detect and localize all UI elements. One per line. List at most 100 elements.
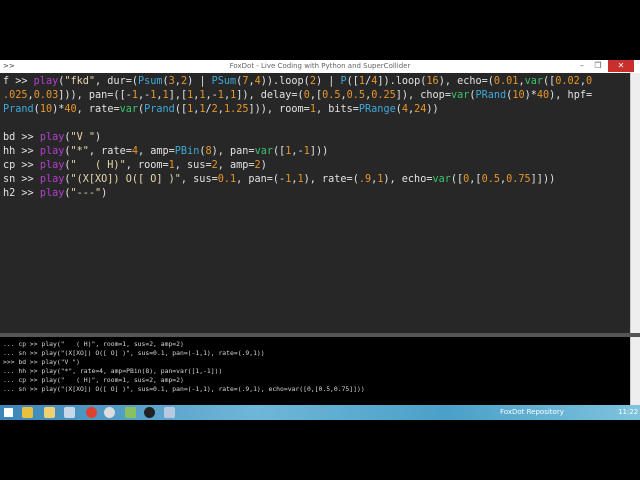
code-token: 8 (205, 146, 212, 157)
clock[interactable]: 11:22 (618, 408, 638, 416)
minimize-button[interactable]: – (574, 60, 590, 72)
code-token: 1 (162, 90, 169, 101)
code-token: 16 (426, 76, 439, 87)
code-token: "(X[XO]) O([ O] )" (70, 174, 181, 185)
code-token: 0 (303, 90, 310, 101)
code-token: "---" (70, 188, 102, 199)
editor-scrollbar[interactable] (630, 73, 640, 333)
code-token: 1 (150, 90, 157, 101)
code-token: 1 (230, 90, 237, 101)
code-line[interactable]: h2 >> play("---") (3, 187, 630, 201)
code-token: 1 (131, 90, 138, 101)
code-token: 1 (187, 90, 194, 101)
photos-icon[interactable] (125, 407, 136, 418)
code-token: 1 (285, 174, 292, 185)
code-token: 7 (242, 76, 249, 87)
code-token: play (39, 132, 65, 143)
code-token: var (119, 104, 138, 115)
code-token: 1 (309, 104, 316, 115)
code-line[interactable]: hh >> play("*", rate=4, amp=PBin(8), pan… (3, 145, 630, 159)
code-token: 3 (168, 76, 175, 87)
code-token: var (254, 146, 273, 157)
code-token: play (39, 160, 65, 171)
code-line[interactable]: .025,0.03])), pan=([-1,-1,1],[1,1,-1,1])… (3, 89, 630, 103)
foxdot-window: >> FoxDot - Live Coding with Python and … (0, 60, 640, 405)
code-token: Prand (144, 104, 175, 115)
code-token: 0.5 (481, 174, 500, 185)
code-token: 1 (187, 104, 194, 115)
window-title: FoxDot - Live Coding with Python and Sup… (229, 62, 411, 70)
code-token: 40 (64, 104, 77, 115)
code-token: 2 (254, 160, 261, 171)
code-token: 0.75 (506, 174, 531, 185)
console-line: ... sn >> play("(X[XO]) O([ O] )", sus=0… (3, 385, 365, 393)
console-output: ... cp >> play(" ( H)", room=1, sus=2, a… (0, 337, 630, 405)
code-token: 40 (536, 90, 550, 101)
chrome-drive-icon[interactable] (22, 407, 33, 418)
close-button[interactable]: ✕ (608, 60, 634, 72)
foxdot-icon[interactable] (164, 407, 175, 418)
code-token: 4 (401, 104, 408, 115)
code-line[interactable] (3, 117, 630, 131)
code-token: 10 (512, 90, 525, 101)
code-token: 0.5 (322, 90, 341, 101)
console-line: >>> bd >> play("V ") (3, 358, 80, 366)
code-token: 10 (39, 104, 53, 115)
code-token: 1 (199, 104, 206, 115)
code-token: PRange (358, 104, 396, 115)
code-token: play (39, 188, 65, 199)
console-line: ... sn >> play("(X[XO]) O([ O] )", sus=0… (3, 349, 265, 357)
code-token: " ( H)" (70, 160, 126, 171)
code-token: 0.02 (555, 76, 580, 87)
code-token: 0.03 (33, 90, 59, 101)
code-token: var (524, 76, 543, 87)
code-token: 1 (285, 146, 292, 157)
code-token: 0 (463, 174, 470, 185)
code-token: Psum (137, 76, 163, 87)
code-token: .9 (358, 174, 372, 185)
taskbar: FoxDot Repository 11:22 (0, 405, 640, 420)
code-token: .025 (3, 90, 28, 101)
obs-icon[interactable] (104, 407, 115, 418)
code-line[interactable]: cp >> play(" ( H)", room=1, sus=2, amp=2… (3, 159, 630, 173)
code-token: 0.1 (217, 174, 237, 185)
code-line[interactable]: sn >> play("(X[XO]) O([ O] )", sus=0.1, … (3, 173, 630, 187)
tray-label[interactable]: FoxDot Repository (500, 408, 564, 416)
paint-icon[interactable] (64, 407, 75, 418)
supercollider-icon[interactable] (144, 407, 155, 418)
code-line[interactable]: bd >> play("V ") (3, 131, 630, 145)
console-line: ... hh >> play("*", rate=4, amp=PBin(8),… (3, 367, 223, 375)
code-token: 1 (377, 174, 384, 185)
code-token: 1 (168, 160, 175, 171)
code-token: PBin (174, 146, 200, 157)
code-token: 1 (358, 76, 366, 87)
code-token: "fkd" (64, 76, 96, 87)
code-token: 1 (199, 90, 206, 101)
code-token: 2 (211, 160, 218, 171)
code-token: "*" (70, 146, 89, 157)
console-line: ... cp >> play(" ( H)", room=1, sus=2, a… (3, 340, 184, 348)
code-token: 1 (297, 174, 304, 185)
code-token: 0.25 (371, 90, 396, 101)
console-scrollbar[interactable] (630, 337, 640, 405)
code-token: play (39, 146, 65, 157)
code-token: 1 (303, 146, 310, 157)
code-token: PRand (475, 90, 507, 101)
code-token: 2 (180, 76, 188, 87)
chrome-icon[interactable] (86, 407, 97, 418)
code-token: 1.25 (223, 104, 249, 115)
file-explorer-icon[interactable] (44, 407, 55, 418)
code-token: var (432, 174, 451, 185)
code-token: "V " (70, 132, 96, 143)
maximize-button[interactable]: ❐ (590, 60, 606, 72)
code-line[interactable]: Prand(10)*40, rate=var(Prand([1,1/2,1.25… (3, 103, 630, 117)
title-bar[interactable]: >> FoxDot - Live Coding with Python and … (0, 60, 640, 73)
code-token: 24 (414, 104, 427, 115)
code-token: 4 (131, 146, 138, 157)
console-line: ... cp >> play(" ( H)", room=1, sus=2, a… (3, 376, 184, 384)
start-icon[interactable] (4, 408, 13, 417)
code-token: play (33, 76, 59, 87)
code-line[interactable]: f >> play("fkd", dur=(Psum(3,2) | PSum(7… (3, 75, 630, 89)
code-token: 0.5 (346, 90, 366, 101)
code-editor[interactable]: f >> play("fkd", dur=(Psum(3,2) | PSum(7… (0, 73, 630, 333)
